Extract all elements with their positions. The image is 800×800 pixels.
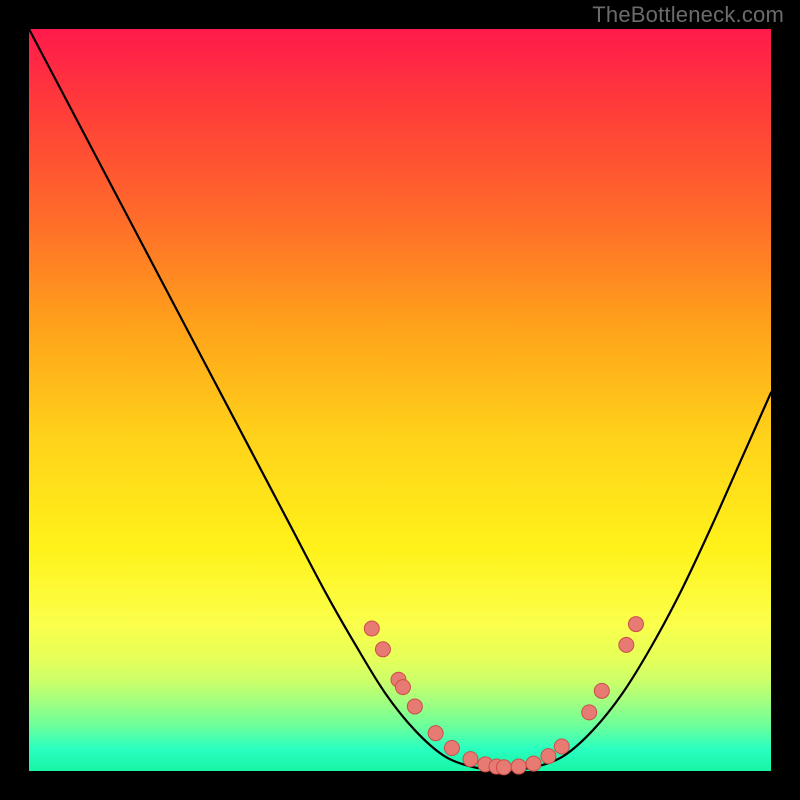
marker-dot	[619, 637, 634, 652]
marker-dot	[407, 699, 422, 714]
marker-dot	[511, 759, 526, 774]
marker-dot	[395, 680, 410, 695]
marker-dot	[444, 741, 459, 756]
marker-dot	[594, 683, 609, 698]
marker-dot	[428, 726, 443, 741]
curve-layer	[29, 29, 771, 771]
watermark-text: TheBottleneck.com	[592, 2, 784, 28]
chart-frame: TheBottleneck.com	[0, 0, 800, 800]
marker-dot	[526, 756, 541, 771]
marker-dot	[463, 752, 478, 767]
plot-area	[29, 29, 771, 771]
highlight-dots	[364, 617, 643, 775]
bottleneck-curve	[29, 29, 771, 770]
marker-dot	[554, 739, 569, 754]
marker-dot	[496, 760, 511, 775]
marker-dot	[628, 617, 643, 632]
marker-dot	[364, 621, 379, 636]
marker-dot	[582, 705, 597, 720]
marker-dot	[541, 749, 556, 764]
marker-dot	[375, 642, 390, 657]
